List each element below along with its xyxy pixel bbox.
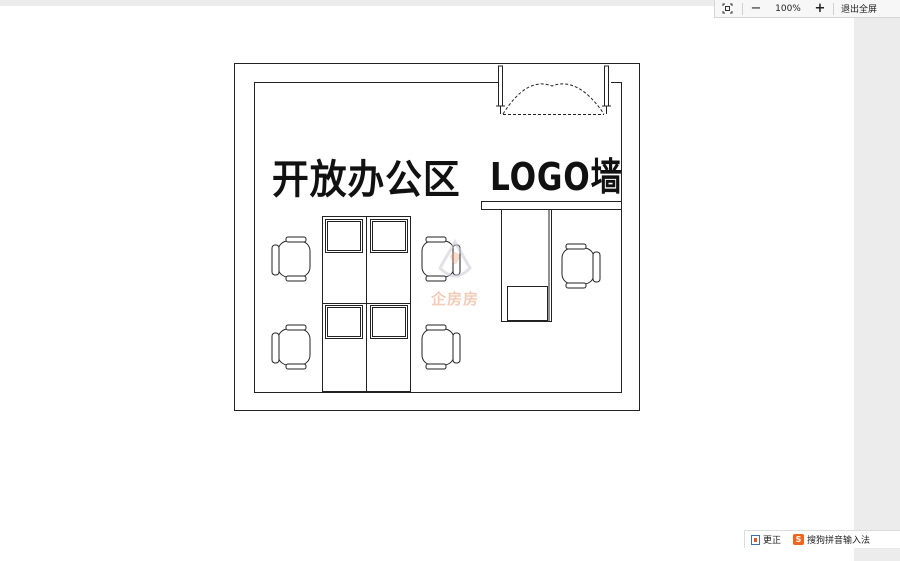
reception-desk-chair — [507, 286, 548, 321]
desk-monitor — [370, 219, 408, 253]
correct-icon — [751, 534, 760, 545]
reception-counter — [481, 201, 622, 210]
watermark-logo-icon — [438, 238, 472, 278]
watermark: 企房房 — [420, 238, 490, 318]
logo-wall-label: LOGO墙 — [490, 155, 623, 199]
correct-label: 更正 — [763, 536, 782, 546]
desk-monitor — [325, 219, 363, 253]
door-swing — [502, 83, 605, 115]
sogou-ime-icon: S — [793, 534, 805, 545]
office-chair — [421, 324, 461, 370]
desk-monitor — [370, 305, 408, 339]
office-chair — [271, 324, 311, 370]
desk-monitor — [325, 305, 363, 339]
viewer-margin — [854, 0, 900, 561]
door-right-jamb — [602, 65, 611, 114]
door-left-jamb — [496, 65, 505, 114]
ime-indicator[interactable]: S 搜狗拼音输入法 — [787, 533, 876, 546]
ime-label: 搜狗拼音输入法 — [807, 536, 871, 546]
watermark-text: 企房房 — [430, 290, 479, 308]
correct-button[interactable]: 更正 — [745, 533, 787, 546]
office-chair — [271, 236, 311, 282]
reception-visitor-chair — [561, 243, 601, 289]
reception-desk — [501, 209, 552, 322]
open-office-label: 开放办公区 — [272, 157, 461, 203]
status-tray: 更正 S 搜狗拼音输入法 — [744, 530, 900, 548]
